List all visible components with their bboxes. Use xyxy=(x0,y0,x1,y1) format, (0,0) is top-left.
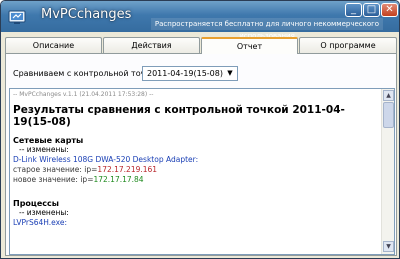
app-window: MvPCchanges Распространяется бесплатно д… xyxy=(0,0,400,259)
section-processes-heading: Процессы xyxy=(13,199,59,208)
close-button[interactable]: ✕ xyxy=(381,3,398,17)
new-value-label: новое значение: xyxy=(13,175,78,184)
app-logo-icon xyxy=(8,10,26,24)
report-scrollbar[interactable]: ▲ ▼ xyxy=(381,89,394,254)
network-changed-label: -- изменены: xyxy=(19,145,69,154)
scroll-thumb[interactable] xyxy=(383,102,394,128)
new-value-prefix: ip= xyxy=(80,175,94,184)
network-old-value-row: старое значение: ip=172.17.219.161 xyxy=(13,165,383,175)
tab-about[interactable]: О программе xyxy=(299,37,397,53)
new-value: 172.17.17.84 xyxy=(93,175,144,184)
window-title: MvPCchanges xyxy=(41,7,132,22)
network-adapter-name: D-Link Wireless 108G DWA-520 Desktop Ada… xyxy=(13,155,199,164)
network-new-value-row: новое значение: ip=172.17.17.84 xyxy=(13,175,383,185)
chevron-down-icon[interactable]: ▼ xyxy=(223,67,237,80)
report-title: Результаты сравнения с контрольной точко… xyxy=(13,104,345,128)
scroll-down-icon[interactable]: ▼ xyxy=(383,241,394,252)
report-view[interactable]: -- MvPCchanges v.1.1 (21.04.2011 17:53:2… xyxy=(9,88,395,255)
minimize-button[interactable]: _ xyxy=(345,3,362,17)
section-network-heading: Сетевые карты xyxy=(13,136,84,145)
checkpoint-select-value: 2011-04-19(15-08) xyxy=(147,69,223,78)
report-content: -- MvPCchanges v.1.1 (21.04.2011 17:53:2… xyxy=(13,89,383,228)
old-value-prefix: ip= xyxy=(84,165,98,174)
checkpoint-select[interactable]: 2011-04-19(15-08) ▼ xyxy=(142,66,238,81)
processes-changed-label: -- изменены: xyxy=(19,208,69,217)
tab-description[interactable]: Описание xyxy=(5,37,102,53)
title-bar[interactable]: MvPCchanges Распространяется бесплатно д… xyxy=(1,1,399,40)
report-header: -- MvPCchanges v.1.1 (21.04.2011 17:53:2… xyxy=(13,91,154,98)
window-subtitle: Распространяется бесплатно для личного н… xyxy=(151,18,383,40)
maximize-button[interactable]: □ xyxy=(363,3,380,17)
compare-label: Сравниваем с контрольной точкой xyxy=(13,69,161,78)
process-name: LVPrS64H.exe: xyxy=(13,218,67,227)
old-value: 172.17.219.161 xyxy=(97,165,158,174)
tab-bar: Описание Действия Отчет О программе xyxy=(5,37,397,54)
tab-report[interactable]: Отчет xyxy=(201,37,298,54)
tab-actions[interactable]: Действия xyxy=(103,37,200,53)
report-panel: Сравниваем с контрольной точкой 2011-04-… xyxy=(5,53,397,256)
scroll-up-icon[interactable]: ▲ xyxy=(383,90,394,101)
old-value-label: старое значение: xyxy=(13,165,82,174)
